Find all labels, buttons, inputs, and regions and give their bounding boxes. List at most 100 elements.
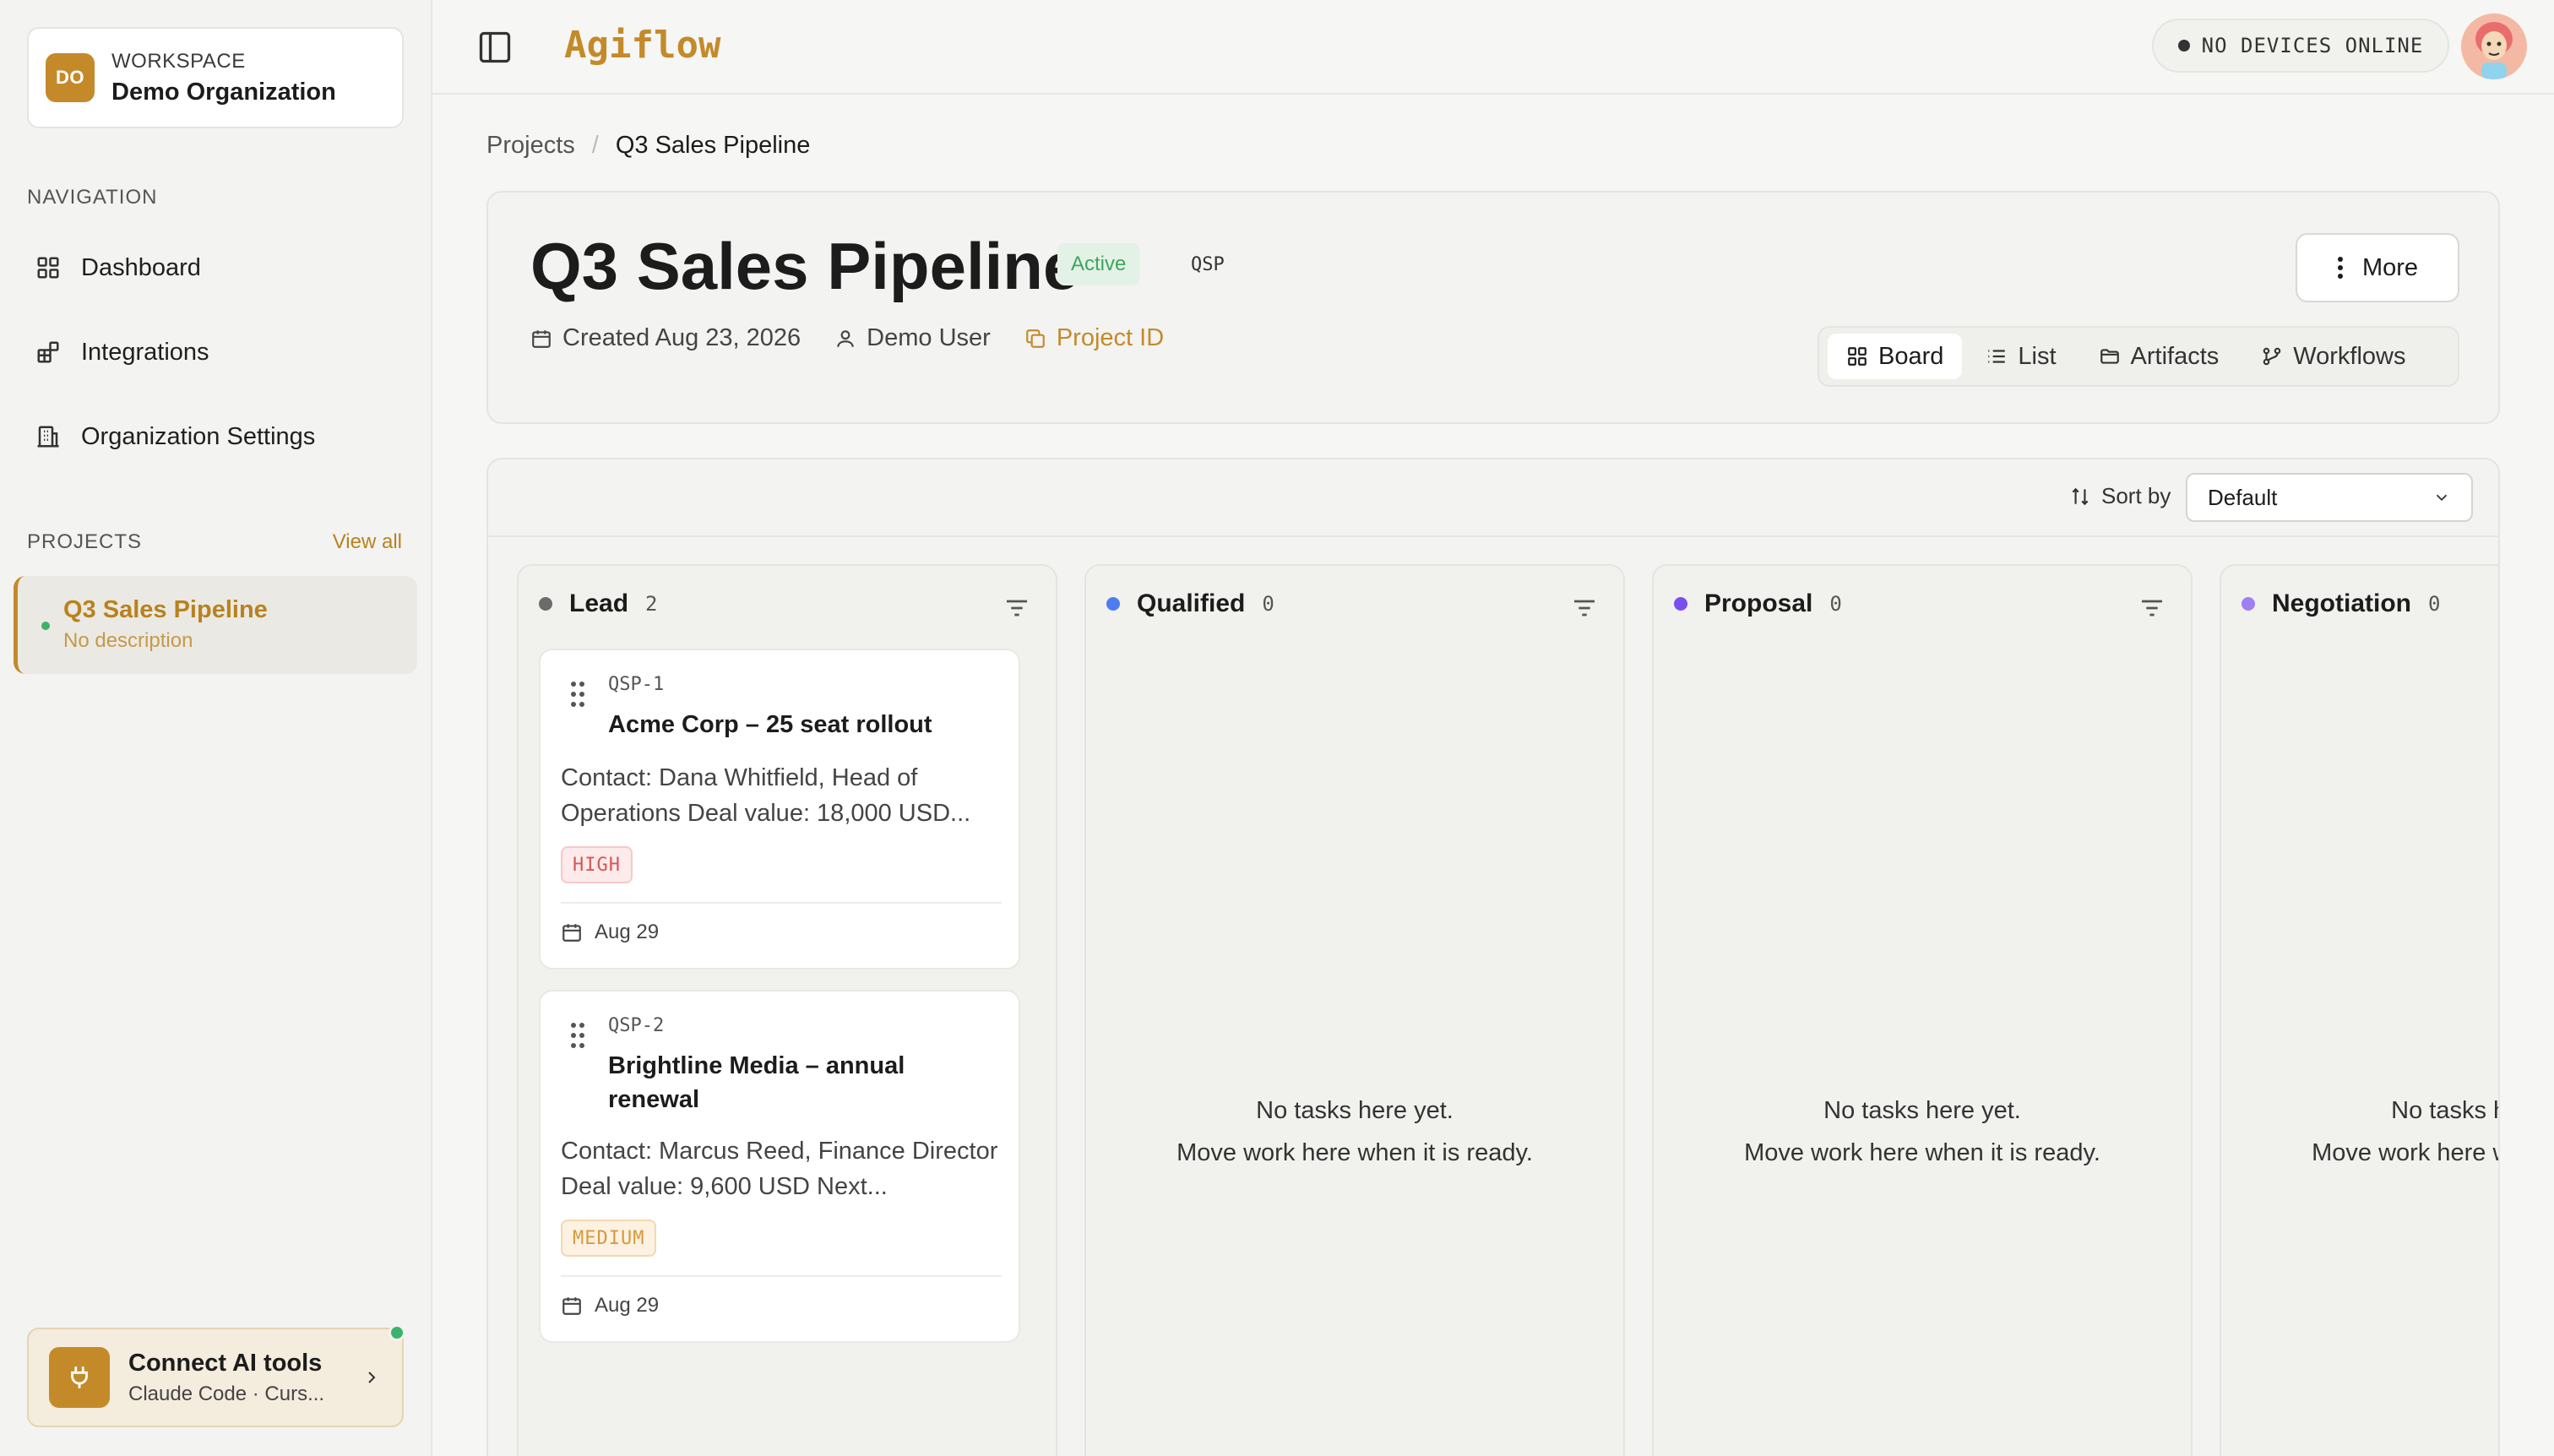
app-logo[interactable]: Agiflow bbox=[564, 24, 720, 67]
drag-handle-icon[interactable] bbox=[569, 681, 586, 708]
sidebar-item-label: Organization Settings bbox=[81, 422, 316, 450]
empty-state-hint: Move work here when it is ready. bbox=[1744, 1139, 2100, 1166]
column-color-dot bbox=[1674, 597, 1687, 611]
app-root: DO WORKSPACE Demo Organization NAVIGATIO… bbox=[0, 0, 2554, 1456]
connect-title: Connect AI tools bbox=[128, 1349, 323, 1377]
empty-state-title: No tasks here yet. bbox=[1823, 1097, 2021, 1124]
workspace-text: WORKSPACE Demo Organization bbox=[111, 50, 336, 106]
device-status-dot bbox=[2177, 40, 2190, 52]
device-status-badge[interactable]: NO DEVICES ONLINE bbox=[2152, 19, 2449, 73]
building-icon bbox=[37, 426, 59, 448]
connect-text: Connect AI tools Claude Code · Curs... bbox=[128, 1350, 343, 1406]
empty-state-title: No tasks here yet. bbox=[1256, 1097, 1454, 1124]
tab-label: Artifacts bbox=[2130, 342, 2220, 370]
tab-list[interactable]: List bbox=[1967, 334, 2074, 379]
tab-label: List bbox=[2018, 342, 2057, 370]
column-count: 0 bbox=[1262, 592, 1274, 616]
list-icon bbox=[1988, 350, 2006, 363]
tab-workflows[interactable]: Workflows bbox=[2242, 334, 2424, 379]
connect-ai-tools-button[interactable]: Connect AI tools Claude Code · Curs... bbox=[27, 1324, 405, 1427]
column-header: Proposal 0 bbox=[1674, 589, 1842, 618]
copy-project-id-button[interactable]: Project ID bbox=[1024, 324, 1164, 352]
projects-title: PROJECTS bbox=[27, 530, 143, 553]
connect-subtitle: Claude Code · Curs... bbox=[128, 1382, 325, 1405]
tab-artifacts[interactable]: Artifacts bbox=[2080, 334, 2238, 379]
sidebar-project-q3-sales-pipeline[interactable]: Q3 Sales Pipeline No description bbox=[14, 576, 417, 674]
sidebar-item-label: Integrations bbox=[81, 338, 209, 366]
sort-icon bbox=[2072, 487, 2089, 505]
column-color-dot bbox=[539, 597, 552, 611]
column-count: 0 bbox=[1829, 592, 1842, 616]
sidebar-item-organization-settings[interactable]: Organization Settings bbox=[27, 407, 404, 466]
task-description: Contact: Dana Whitfield, Head of Operati… bbox=[561, 764, 971, 827]
empty-state-hint: Move work here when it is ready. bbox=[1176, 1139, 1533, 1166]
workflow-icon bbox=[2263, 347, 2281, 366]
project-name: Q3 Sales Pipeline bbox=[63, 596, 268, 623]
breadcrumb-projects-link[interactable]: Projects bbox=[486, 132, 575, 160]
task-description: Contact: Marcus Reed, Finance Director D… bbox=[561, 1138, 998, 1200]
sidebar-toggle-icon[interactable] bbox=[476, 29, 514, 66]
sort-select[interactable]: Default bbox=[2186, 473, 2473, 522]
filter-icon[interactable] bbox=[1571, 595, 1598, 622]
owner-name: Demo User bbox=[867, 324, 991, 351]
column-header: Lead 2 bbox=[539, 589, 657, 618]
column-proposal: Proposal 0 No tasks here yet. Move work … bbox=[1652, 564, 2193, 1456]
board-toolbar: Sort by Default bbox=[488, 459, 2498, 537]
user-avatar[interactable] bbox=[2461, 14, 2527, 79]
priority-badge: HIGH bbox=[561, 846, 633, 883]
project-status-dot bbox=[41, 622, 50, 630]
task-key: QSP-2 bbox=[608, 1015, 665, 1036]
task-due-date: Aug 29 bbox=[561, 921, 659, 944]
calendar-icon bbox=[532, 329, 551, 348]
task-divider bbox=[561, 902, 1002, 904]
tab-board[interactable]: Board bbox=[1828, 334, 1963, 379]
sidebar: DO WORKSPACE Demo Organization NAVIGATIO… bbox=[0, 0, 432, 1456]
page-title: Q3 Sales Pipeline bbox=[530, 229, 1080, 303]
sidebar-item-integrations[interactable]: Integrations bbox=[27, 323, 404, 382]
column-name: Qualified bbox=[1137, 589, 1246, 617]
more-vertical-icon bbox=[2337, 257, 2343, 279]
column-name: Negotiation bbox=[2272, 589, 2411, 617]
grid-icon bbox=[37, 257, 59, 279]
online-status-dot bbox=[389, 1324, 405, 1341]
column-header: Qualified 0 bbox=[1106, 589, 1274, 618]
folder-icon bbox=[2100, 349, 2119, 364]
status-badge: Active bbox=[1057, 243, 1140, 285]
project-key-badge: QSP bbox=[1191, 253, 1225, 275]
task-date-text: Aug 29 bbox=[595, 921, 660, 943]
column-qualified: Qualified 0 No tasks here yet. Move work… bbox=[1084, 564, 1625, 1456]
empty-state: No tasks here yet. Move work here when i… bbox=[1086, 1089, 1623, 1174]
task-card[interactable]: QSP-1 Acme Corp – 25 seat rollout Contac… bbox=[539, 649, 1020, 970]
task-due-date: Aug 29 bbox=[561, 1294, 659, 1317]
filter-icon[interactable] bbox=[1003, 595, 1030, 622]
breadcrumb-current: Q3 Sales Pipeline bbox=[615, 132, 811, 159]
project-owner: Demo User bbox=[834, 324, 991, 352]
column-negotiation: Negotiation 0 No tasks here yet. Move wo… bbox=[2220, 564, 2498, 1456]
column-name: Lead bbox=[569, 589, 629, 617]
task-card[interactable]: QSP-2 Brightline Media – annual renewal … bbox=[539, 990, 1020, 1343]
drag-handle-icon[interactable] bbox=[569, 1022, 586, 1049]
column-color-dot bbox=[2242, 597, 2255, 611]
workspace-switcher[interactable]: DO WORKSPACE Demo Organization bbox=[27, 27, 404, 128]
empty-state-title: No tasks here yet. bbox=[2391, 1097, 2498, 1124]
view-all-projects-link[interactable]: View all bbox=[333, 530, 402, 554]
task-date-text: Aug 29 bbox=[595, 1294, 660, 1317]
navigation-title: NAVIGATION bbox=[27, 186, 158, 209]
sidebar-item-dashboard[interactable]: Dashboard bbox=[27, 238, 404, 297]
kanban-board: Sort by Default Lead 2 QSP-1 Acme Corp –… bbox=[486, 458, 2500, 1456]
puzzle-icon bbox=[37, 341, 59, 363]
created-date-text: Created Aug 23, 2026 bbox=[562, 324, 802, 351]
more-button[interactable]: More bbox=[2296, 233, 2459, 302]
more-button-label: More bbox=[2361, 253, 2419, 281]
empty-state: No tasks here yet. Move work here when i… bbox=[1654, 1089, 2191, 1174]
empty-state-hint: Move work here when it is ready. bbox=[2312, 1139, 2498, 1166]
column-lead: Lead 2 QSP-1 Acme Corp – 25 seat rollout… bbox=[517, 564, 1057, 1456]
priority-badge: MEDIUM bbox=[561, 1220, 657, 1257]
task-title: Acme Corp – 25 seat rollout bbox=[608, 711, 932, 738]
column-count: 2 bbox=[645, 592, 658, 616]
column-color-dot bbox=[1106, 597, 1120, 611]
calendar-icon bbox=[562, 924, 581, 942]
column-count: 0 bbox=[2428, 592, 2441, 616]
filter-icon[interactable] bbox=[2138, 595, 2165, 622]
copy-icon bbox=[1025, 329, 1045, 348]
